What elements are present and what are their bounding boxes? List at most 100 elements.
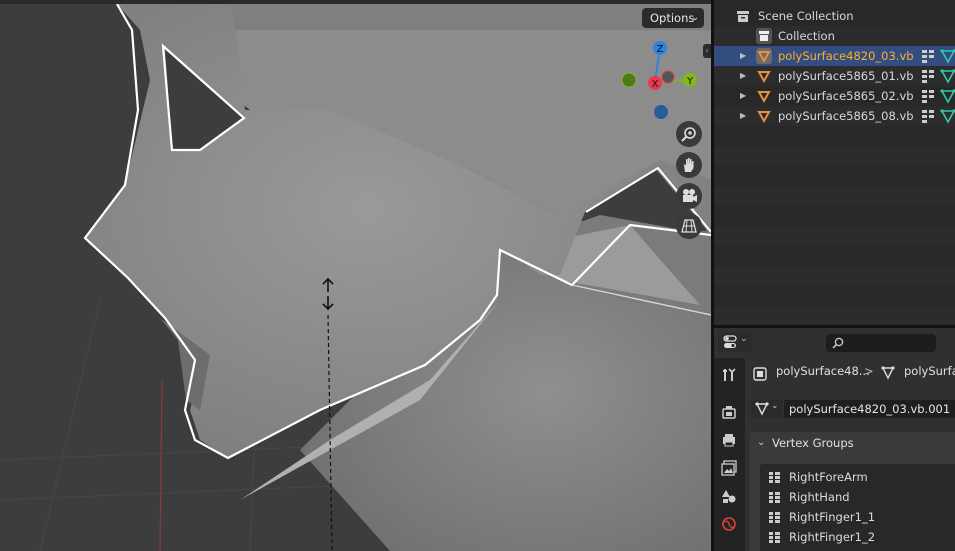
object-name-label: polySurface5865_08.vb: [778, 109, 914, 123]
outliner-object-row[interactable]: ▶ polySurface5865_08.vb: [714, 106, 955, 126]
vertex-group-name: RightForeArm: [789, 470, 868, 484]
mesh-object-icon: [757, 71, 771, 84]
3d-viewport[interactable]: Options ⌄ Z Y X ‹: [0, 0, 711, 551]
gizmo-z-label: Z: [657, 44, 664, 55]
gizmo-neg-z: [654, 105, 668, 119]
collection-row[interactable]: Collection: [714, 26, 955, 46]
viewport-scene[interactable]: [0, 0, 711, 551]
object-name-label: polySurface5865_02.vb: [778, 89, 914, 103]
vertex-group-name: RightHand: [789, 490, 850, 504]
mesh-data-icon: [881, 366, 895, 380]
breadcrumb-object: polySurface48...: [776, 364, 870, 378]
tab-scene[interactable]: [718, 485, 740, 507]
printer-icon: [723, 434, 735, 447]
perspective-toggle-button[interactable]: [676, 213, 702, 239]
zoom-button[interactable]: [676, 121, 702, 147]
scene-shapes-icon: [722, 490, 736, 503]
properties-editor[interactable]: ⌄ polySurface48... > polySurfac ⌄ polySu…: [714, 328, 955, 551]
camera-icon: [683, 189, 697, 202]
tab-view-layer[interactable]: [718, 457, 740, 479]
chevron-down-icon: ⌄: [771, 401, 779, 411]
breadcrumb-separator: >: [864, 364, 874, 378]
list-item[interactable]: RightHand: [760, 487, 955, 507]
vertex-group-icon: [769, 492, 780, 503]
image-icon: [721, 460, 737, 476]
outliner-empty-row: [714, 166, 955, 186]
vertex-group-name: RightFinger1_2: [789, 530, 876, 544]
gizmo-x-label: X: [652, 79, 659, 90]
properties-search-input[interactable]: [826, 334, 936, 352]
navigation-gizmo[interactable]: Z Y X: [616, 38, 706, 122]
tab-tool[interactable]: [718, 364, 740, 386]
gizmo-neg-y: [621, 72, 637, 88]
outliner-empty-row: [714, 286, 955, 306]
list-item[interactable]: RightFinger1_1: [760, 507, 955, 527]
properties-tab-bar: [714, 358, 745, 551]
expand-arrow-icon[interactable]: ▶: [740, 66, 746, 86]
outliner-empty-row: [714, 266, 955, 286]
outliner-panel[interactable]: Scene Collection Collection ▶ polySurfac…: [714, 0, 955, 325]
mesh-object-icon: [757, 91, 771, 104]
list-item[interactable]: RightForeArm: [760, 467, 955, 487]
vertex-groups-icon: [922, 70, 934, 83]
chevron-down-icon: ⌄: [740, 334, 748, 344]
vertex-groups-panel-header[interactable]: ⌄ Vertex Groups: [750, 432, 955, 454]
object-name-label: polySurface4820_03.vb: [778, 49, 914, 63]
breadcrumb-mesh: polySurfac: [904, 364, 955, 378]
mesh-object-icon: [757, 111, 771, 124]
zoom-icon: [681, 127, 696, 142]
mesh-data-icon: [755, 402, 769, 416]
scene-collection-row[interactable]: Scene Collection: [714, 6, 955, 26]
tab-output[interactable]: [718, 429, 740, 451]
editor-type-dropdown[interactable]: ⌄: [718, 332, 752, 352]
pan-button[interactable]: [676, 152, 702, 178]
outliner-empty-row: [714, 226, 955, 246]
expand-arrow-icon[interactable]: ▶: [740, 86, 746, 106]
outliner-empty-row: [714, 186, 955, 206]
chevron-down-icon: ⌄: [757, 437, 766, 448]
outliner-empty-row: [714, 126, 955, 146]
object-icon: [753, 367, 767, 381]
vertex-group-icon: [769, 472, 780, 483]
vertex-group-icon: [769, 512, 780, 523]
gizmo-y-label: Y: [686, 76, 694, 87]
camera-view-button[interactable]: [676, 183, 702, 209]
options-label: Options: [650, 11, 695, 25]
outliner-object-row[interactable]: ▶ polySurface5865_01.vb: [714, 66, 955, 86]
gizmo-neg-x: [661, 70, 675, 84]
mesh-name-field[interactable]: polySurface4820_03.vb.001: [784, 400, 955, 418]
options-dropdown[interactable]: Options ⌄: [642, 8, 704, 28]
hand-pan-icon: [684, 158, 694, 172]
outliner-object-row[interactable]: ▶ polySurface5865_02.vb: [714, 86, 955, 106]
collection-label: Collection: [778, 29, 835, 43]
mesh-data-icon: [940, 69, 955, 84]
grid-perspective-icon: [681, 219, 697, 233]
mesh-datablock-browse[interactable]: ⌄: [751, 400, 783, 418]
object-name-label: polySurface5865_01.vb: [778, 69, 914, 83]
mesh-data-icon: [940, 109, 955, 124]
mesh-data-icon: [940, 89, 955, 104]
tab-render[interactable]: [718, 401, 740, 423]
expand-arrow-icon[interactable]: ▶: [740, 46, 746, 66]
outliner-object-row[interactable]: ▶ polySurface4820_03.vb: [714, 46, 955, 66]
vertex-groups-list[interactable]: RightForeArm RightHand RightFinger1_1 Ri…: [760, 464, 955, 551]
world-icon: [722, 517, 736, 531]
expand-arrow-icon[interactable]: ▶: [740, 106, 746, 126]
search-icon: [832, 337, 844, 349]
list-item[interactable]: RightFinger1_2: [760, 527, 955, 547]
render-icon: [722, 406, 736, 419]
mesh-data-icon: [940, 49, 955, 64]
vertex-group-name: RightFinger1_1: [789, 510, 876, 524]
sidebar-toggle-icon[interactable]: ‹: [703, 44, 711, 58]
vertex-group-icon: [769, 532, 780, 543]
outliner-empty-row: [714, 246, 955, 266]
viewport-header-strip: [0, 0, 711, 4]
vertex-groups-icon: [922, 110, 934, 123]
collection-icon: [756, 28, 772, 44]
chevron-down-icon: ⌄: [691, 13, 699, 23]
tab-world[interactable]: [718, 513, 740, 535]
outliner-empty-row: [714, 306, 955, 325]
scene-collection-label: Scene Collection: [758, 9, 854, 23]
properties-editor-icon: [723, 335, 737, 348]
outliner-empty-row: [714, 206, 955, 226]
